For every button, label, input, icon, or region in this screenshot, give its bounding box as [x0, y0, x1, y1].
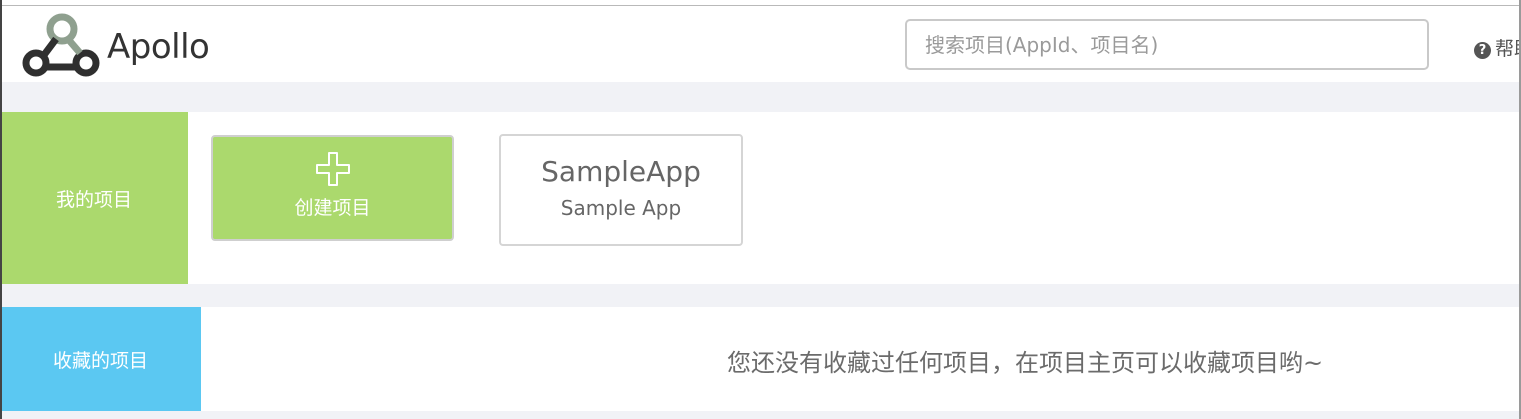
app-card-sampleapp[interactable]: SampleApp Sample App: [499, 134, 743, 246]
create-project-button[interactable]: 创建项目: [211, 135, 454, 241]
window-left-edge: [0, 0, 2, 419]
app-name: Sample App: [560, 195, 682, 220]
navbar: Apollo ?帮助: [0, 6, 1521, 82]
favorites-section: 收藏的项目 您还没有收藏过任何项目，在项目主页可以收藏项目哟~: [0, 307, 1521, 411]
apollo-logo-icon[interactable]: [22, 11, 102, 79]
favorites-empty-message: 您还没有收藏过任何项目，在项目主页可以收藏项目哟~: [727, 349, 1324, 377]
help-link[interactable]: ?帮助: [1474, 34, 1521, 61]
help-label: 帮助: [1495, 38, 1521, 60]
question-circle-icon: ?: [1474, 42, 1491, 59]
brand-name[interactable]: Apollo: [107, 27, 210, 67]
my-projects-label: 我的项目: [0, 112, 188, 284]
app-id: SampleApp: [541, 154, 701, 188]
plus-icon: [315, 151, 350, 186]
my-projects-section: 我的项目 创建项目 SampleApp Sample App: [0, 112, 1521, 284]
favorites-label: 收藏的项目: [0, 307, 201, 411]
create-project-label: 创建项目: [294, 196, 371, 219]
search-input[interactable]: [905, 19, 1429, 70]
